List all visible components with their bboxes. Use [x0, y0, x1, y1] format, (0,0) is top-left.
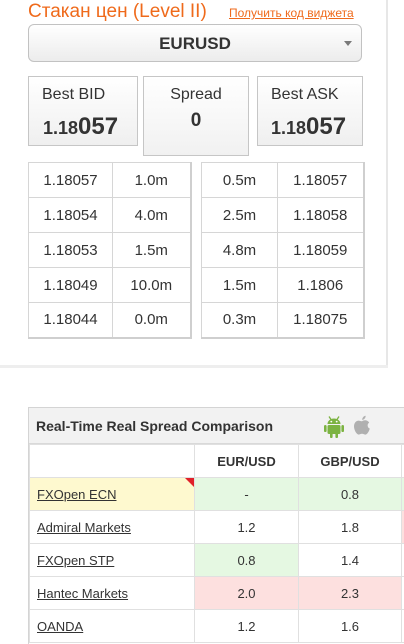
bid-price: 1.18044 — [28, 302, 113, 338]
spread-cell-eurusd: 1.2 — [194, 609, 299, 643]
spread-cell-eurusd: 2.0 — [194, 576, 299, 610]
best-bid-price: 1.18057 — [43, 113, 118, 141]
corner-flag-icon — [185, 478, 194, 487]
ask-price: 1.18058 — [277, 197, 364, 233]
ask-price: 1.18075 — [277, 302, 364, 338]
broker-cell: Admiral Markets — [29, 510, 195, 544]
best-ask-box: Best ASK 1.18057 — [257, 76, 363, 146]
comparison-table: EUR/USD GBP/USD FXOpen ECN - 0.8 Admiral… — [29, 444, 404, 643]
widget-title: Стакан цен (Level II) — [28, 1, 207, 22]
table-header-row: EUR/USD GBP/USD — [29, 444, 404, 478]
broker-link[interactable]: Hantec Markets — [37, 586, 128, 601]
bid-volume: 0.0m — [112, 302, 191, 338]
symbol-value: EURUSD — [159, 34, 231, 53]
android-icon[interactable] — [323, 415, 345, 439]
best-bid-label: Best BID — [42, 86, 106, 103]
column-header-gbpusd[interactable]: GBP/USD — [298, 444, 402, 478]
comparison-title: Real-Time Real Spread Comparison — [36, 418, 274, 434]
orderbook-widget: Стакан цен (Level II) Получить код видже… — [0, 0, 388, 368]
broker-link[interactable]: OANDA — [37, 619, 83, 634]
price-suffix: 7 — [332, 113, 347, 140]
table-row: Admiral Markets 1.2 1.8 — [29, 510, 404, 544]
bid-volume: 1.5m — [112, 232, 191, 268]
bid-price: 1.18054 — [28, 197, 113, 233]
table-row: 1.18044 0.0m — [28, 302, 191, 338]
ask-volume: 0.3m — [201, 302, 278, 338]
broker-cell: Hantec Markets — [29, 576, 195, 610]
table-row: 1.5m 1.1806 — [201, 267, 364, 303]
price-suffix: 7 — [104, 113, 119, 140]
column-header — [29, 444, 195, 478]
spread-cell-gbpusd: 1.4 — [298, 543, 402, 577]
spread-cell-gbpusd: 2.3 — [298, 576, 402, 610]
spread-cell-eurusd: 1.2 — [194, 510, 299, 544]
bid-price: 1.18049 — [28, 267, 113, 303]
table-row: FXOpen ECN - 0.8 — [29, 477, 404, 511]
widget-border — [386, 0, 388, 368]
broker-link[interactable]: Admiral Markets — [37, 520, 131, 535]
spread-value: 0 — [190, 110, 202, 131]
bid-volume: 1.0m — [112, 162, 191, 198]
table-row: 1.18049 10.0m — [28, 267, 191, 303]
table-row: 1.18057 1.0m — [28, 162, 191, 198]
symbol-select[interactable]: EURUSD — [28, 24, 362, 62]
spread-box: Spread 0 — [143, 76, 249, 156]
spread-cell-eurusd: - — [194, 477, 299, 511]
spread-comparison-widget: Real-Time Real Spread Comparison EUR/USD… — [28, 407, 404, 644]
spread-label: Spread — [170, 86, 222, 103]
bid-price: 1.18057 — [28, 162, 113, 198]
price-prefix: 1.18 — [271, 118, 307, 138]
table-row: 1.18054 4.0m — [28, 197, 191, 233]
table-row: 0.5m 1.18057 — [201, 162, 364, 198]
apple-icon[interactable] — [351, 414, 373, 438]
bid-volume: 4.0m — [112, 197, 191, 233]
get-widget-code-link[interactable]: Получить код виджета — [229, 6, 354, 20]
asks-table: 0.5m 1.18057 2.5m 1.18058 4.8m 1.18059 1.5m… — [201, 162, 365, 339]
table-row: 4.8m 1.18059 — [201, 232, 364, 268]
price-prefix: 1.18 — [43, 118, 79, 138]
price-big-digits: 05 — [306, 113, 333, 140]
ask-volume: 1.5m — [201, 267, 278, 303]
chevron-down-icon — [344, 41, 352, 46]
bid-volume: 10.0m — [112, 267, 191, 303]
best-ask-price: 1.18057 — [271, 113, 346, 141]
table-row: OANDA 1.2 1.6 — [29, 609, 404, 643]
comparison-header: Real-Time Real Spread Comparison — [29, 408, 404, 444]
best-ask-label: Best ASK — [271, 86, 339, 103]
ask-volume: 2.5m — [201, 197, 278, 233]
table-row: 2.5m 1.18058 — [201, 197, 364, 233]
spread-cell-gbpusd: 1.6 — [298, 609, 402, 643]
ask-price: 1.18057 — [277, 162, 364, 198]
table-row: Hantec Markets 2.0 2.3 — [29, 576, 404, 610]
broker-link[interactable]: FXOpen ECN — [37, 487, 116, 502]
broker-link[interactable]: FXOpen STP — [37, 553, 114, 568]
table-row: FXOpen STP 0.8 1.4 — [29, 543, 404, 577]
best-bid-box: Best BID 1.18057 — [28, 76, 138, 146]
spread-cell-gbpusd: 1.8 — [298, 510, 402, 544]
spread-cell-eurusd: 0.8 — [194, 543, 299, 577]
price-big-digits: 05 — [78, 113, 105, 140]
table-row: 0.3m 1.18075 — [201, 302, 364, 338]
broker-cell: OANDA — [29, 609, 195, 643]
widget-border — [0, 365, 388, 368]
broker-cell: FXOpen STP — [29, 543, 195, 577]
spread-cell-gbpusd: 0.8 — [298, 477, 402, 511]
ask-price: 1.18059 — [277, 232, 364, 268]
broker-cell: FXOpen ECN — [29, 477, 195, 511]
ask-price: 1.1806 — [277, 267, 364, 303]
column-header-eurusd[interactable]: EUR/USD — [194, 444, 299, 478]
bid-price: 1.18053 — [28, 232, 113, 268]
table-row: 1.18053 1.5m — [28, 232, 191, 268]
ask-volume: 4.8m — [201, 232, 278, 268]
bids-table: 1.18057 1.0m 1.18054 4.0m 1.18053 1.5m 1.18… — [28, 162, 192, 339]
ask-volume: 0.5m — [201, 162, 278, 198]
